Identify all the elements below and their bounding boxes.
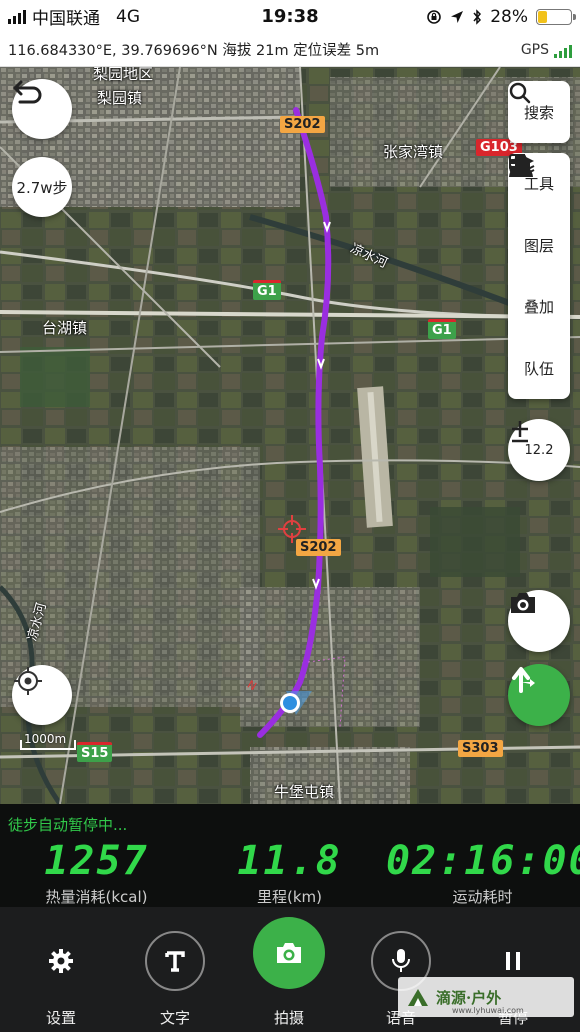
microphone-icon: [392, 949, 410, 972]
shoot-label: 拍摄: [273, 1009, 304, 1027]
back-button[interactable]: [12, 79, 72, 139]
watermark-url: www.lyhuwai.com: [452, 1006, 524, 1015]
cell-signal-icon: [8, 9, 26, 24]
map-camera-button[interactable]: [508, 590, 570, 652]
satellite-map[interactable]: N 梨园地区 梨园镇 张家湾镇 台湖镇 凉水河 凉水河 牛堡屯镇 S202 G1…: [0, 67, 580, 804]
tool-label: 队伍: [523, 359, 554, 378]
calories-value: 1257: [44, 838, 149, 884]
plus-minus-icon: [512, 421, 528, 443]
steps-label: 2.7w步: [16, 178, 68, 197]
road-sign: S15: [77, 742, 113, 762]
tool-item-layers[interactable]: 图层: [508, 154, 570, 277]
battery-percent: 28%: [490, 6, 528, 27]
place-label: 牛堡屯镇: [274, 783, 335, 801]
back-arrow-icon: [13, 80, 42, 104]
search-button[interactable]: 搜索: [508, 81, 570, 143]
auto-pause-status: 徒步自动暂停中...: [8, 816, 128, 834]
calories-label: 热量消耗(kcal): [45, 888, 148, 906]
orientation-lock-icon: [427, 9, 442, 24]
carrier-name: 中国联通: [32, 9, 100, 29]
gps-label: GPS: [520, 41, 549, 58]
text-t-icon: [165, 951, 185, 972]
navigate-button[interactable]: [508, 664, 570, 726]
stats-panel: 徒步自动暂停中... 1257 热量消耗(kcal) 11.8 里程(km) 0…: [0, 804, 580, 907]
tool-label: 叠加: [523, 298, 554, 317]
coordinates-text: 116.684330°E, 39.769696°N 海拔 21m 定位误差 5m: [8, 43, 380, 59]
place-label: 梨园地区: [93, 67, 154, 83]
map-tools-panel: 工具 图层 叠加 队伍: [508, 153, 570, 399]
gps-signal-icon: [554, 44, 572, 58]
duration-value: 02:16:00: [386, 838, 580, 884]
road-sign: S202: [296, 539, 341, 556]
text-label: 文字: [159, 1009, 190, 1027]
place-label: 台湖镇: [42, 319, 88, 337]
watermark-logo-icon: [408, 989, 428, 1006]
stat-calories: 1257 热量消耗(kcal): [0, 838, 193, 907]
locate-button[interactable]: [12, 665, 72, 725]
status-bar: 中国联通 4G 19:38 28%: [0, 0, 580, 33]
pause-icon: [506, 952, 520, 970]
settings-label: 设置: [45, 1009, 76, 1027]
network-type: 4G: [116, 6, 140, 27]
map-imagery: N: [0, 67, 580, 804]
status-right: 28%: [426, 0, 576, 33]
place-label: 张家湾镇: [383, 143, 444, 161]
text-button[interactable]: 文字: [117, 907, 233, 1032]
tool-item-team[interactable]: 队伍: [508, 154, 570, 400]
scale-label: 1000m: [24, 732, 67, 746]
distance-value: 11.8: [237, 838, 342, 884]
road-sign: G1: [428, 319, 456, 339]
location-info-bar: 116.684330°E, 39.769696°N 海拔 21m 定位误差 5m…: [0, 33, 580, 67]
shoot-button[interactable]: 拍摄: [231, 907, 347, 1032]
status-left: 中国联通 4G: [8, 0, 140, 33]
distance-label: 里程(km): [256, 888, 322, 906]
gear-icon: [49, 949, 73, 973]
stat-distance: 11.8 里程(km): [193, 838, 386, 907]
gps-status: GPS: [521, 42, 572, 58]
locate-target-icon: [14, 667, 42, 695]
search-icon: [509, 82, 531, 104]
settings-button[interactable]: 设置: [3, 907, 119, 1032]
turn-arrow-icon: [512, 667, 535, 693]
zoom-level: 12.2: [524, 442, 554, 458]
location-arrow-icon: [451, 10, 464, 23]
team-person-icon: [509, 154, 533, 177]
steps-button[interactable]: 2.7w步: [12, 157, 72, 217]
duration-label: 运动耗时: [452, 888, 513, 906]
road-sign: G1: [253, 280, 281, 300]
battery-icon: [536, 8, 576, 25]
scale-bar: 1000m: [20, 732, 76, 750]
tool-item-overlay[interactable]: 叠加: [508, 155, 570, 338]
camera-icon: [511, 593, 535, 613]
bluetooth-icon: [473, 8, 482, 25]
camera-icon: [277, 943, 301, 963]
road-sign: S202: [280, 116, 325, 133]
site-watermark: 滴源·户外 www.lyhuwai.com: [398, 977, 574, 1017]
zoom-control[interactable]: 12.2: [508, 419, 570, 481]
stat-duration: 02:16:00 运动耗时: [386, 838, 580, 907]
tool-label: 图层: [523, 236, 554, 255]
place-label: 梨园镇: [97, 89, 143, 107]
watermark-text: 滴源·户外: [436, 988, 502, 1007]
road-sign: S303: [458, 740, 503, 757]
